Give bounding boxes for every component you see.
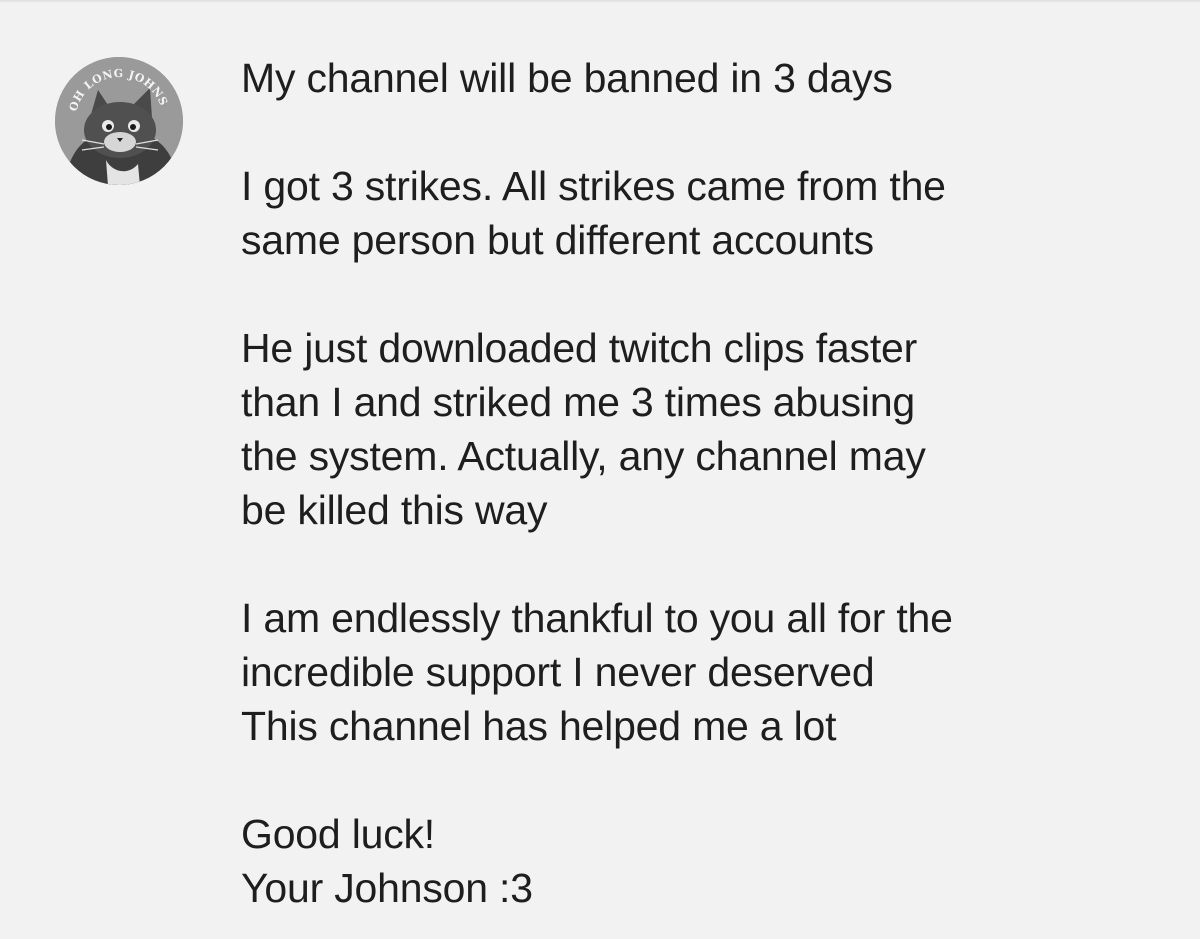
comment-line: This channel has helped me a lot — [241, 703, 837, 749]
comment-line: Your Johnson :3 — [241, 865, 533, 911]
comment-paragraph: I got 3 strikes. All strikes came from t… — [241, 159, 1141, 267]
comment-paragraph: I am endlessly thankful to you all for t… — [241, 591, 1141, 753]
comment: OH LONG JOHNSON My channel will be banne… — [0, 0, 1200, 939]
comment-line: be killed this way — [241, 487, 548, 533]
comment-line: I got 3 strikes. All strikes came from t… — [241, 163, 946, 209]
comment-line: than I and striked me 3 times abusing — [241, 379, 916, 425]
comment-paragraph: Good luck! Your Johnson :3 — [241, 807, 1141, 915]
comment-paragraph: My channel will be banned in 3 days — [241, 51, 1141, 105]
comment-line: the system. Actually, any channel may — [241, 433, 926, 479]
cat-avatar-icon: OH LONG JOHNSON — [54, 56, 183, 185]
comment-line: He just downloaded twitch clips faster — [241, 325, 918, 371]
comment-line: Good luck! — [241, 811, 435, 857]
comment-line: My channel will be banned in 3 days — [241, 55, 893, 101]
comment-line: I am endlessly thankful to you all for t… — [241, 595, 953, 641]
comment-text: My channel will be banned in 3 days I got… — [241, 51, 1141, 915]
comment-line: incredible support I never deserved — [241, 649, 875, 695]
comment-line: same person but different accounts — [241, 217, 874, 263]
comment-paragraph: He just downloaded twitch clips faster th… — [241, 321, 1141, 537]
avatar[interactable]: OH LONG JOHNSON — [54, 56, 184, 186]
